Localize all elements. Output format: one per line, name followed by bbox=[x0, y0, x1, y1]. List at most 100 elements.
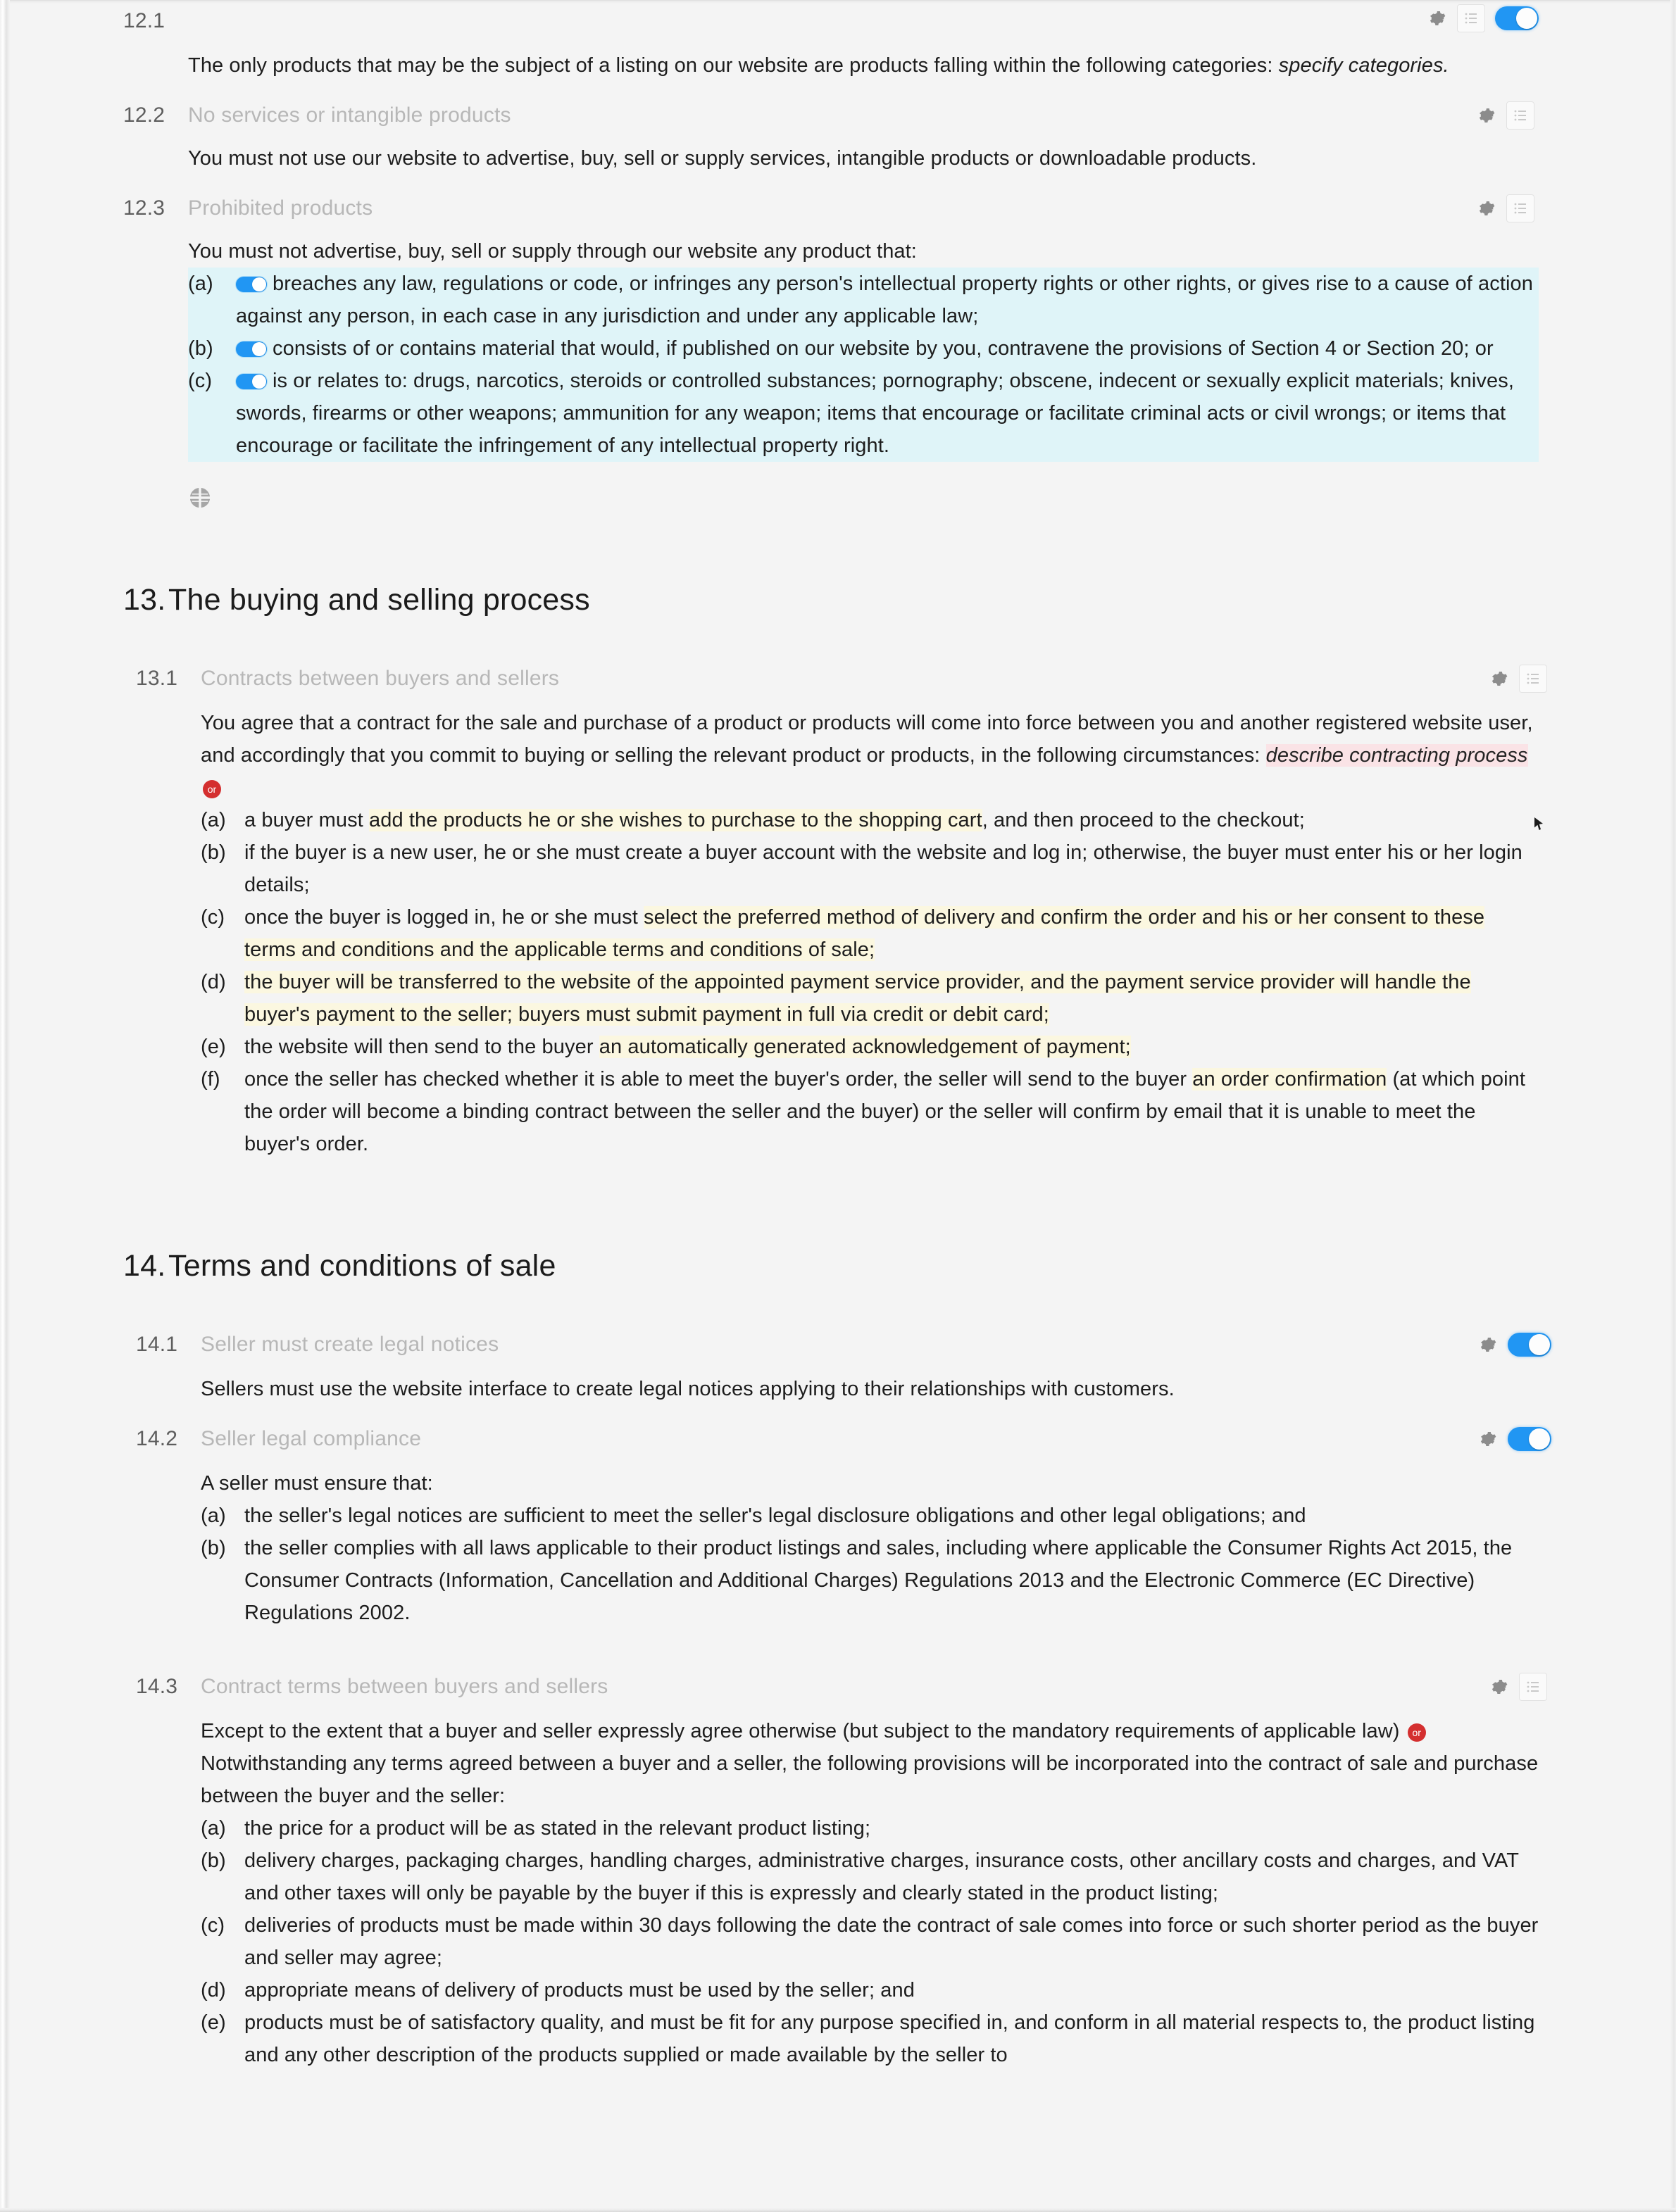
paragraph: Sellers must use the website interface t… bbox=[201, 1378, 1175, 1400]
section-title: Terms and conditions of sale bbox=[168, 1249, 556, 1283]
list-item: (b) consists of or contains material tha… bbox=[188, 332, 1539, 365]
quadrant-icon[interactable] bbox=[188, 486, 212, 510]
clause-number: 14.3 bbox=[136, 1675, 178, 1698]
list-item-text: if the buyer is a new user, he or she mu… bbox=[244, 841, 1522, 896]
paragraph: You must not use our website to advertis… bbox=[188, 147, 1257, 170]
list-marker: (c) bbox=[188, 370, 213, 392]
clause-12-2-controls bbox=[1475, 100, 1534, 131]
list-item-text: deliveries of products must be made with… bbox=[244, 1914, 1539, 1969]
gear-icon[interactable] bbox=[1488, 1676, 1509, 1697]
clause-title: Seller must create legal notices bbox=[201, 1333, 499, 1356]
window-left-edge bbox=[0, 0, 10, 2212]
list-button[interactable] bbox=[1519, 665, 1547, 693]
list-marker: (a) bbox=[201, 1504, 226, 1527]
list-item: (c) once the buyer is logged in, he or s… bbox=[201, 901, 1539, 966]
list-item: (a) the price for a product will be as s… bbox=[201, 1812, 1539, 1845]
clause-13-1: 13.1 Contracts between buyers and seller… bbox=[136, 663, 1547, 1160]
clause-14-1-controls bbox=[1477, 1329, 1551, 1360]
clause-12-1-header: 12.1 bbox=[123, 3, 1539, 37]
clause-12-1-toggle[interactable] bbox=[1495, 6, 1539, 30]
list-item-text: the price for a product will be as state… bbox=[244, 1817, 871, 1840]
clause-12-2-body: You must not use our website to advertis… bbox=[188, 142, 1539, 175]
gear-icon[interactable] bbox=[1477, 1334, 1498, 1355]
list-item: (e) the website will then send to the bu… bbox=[201, 1031, 1539, 1063]
clause-number: 12.1 bbox=[123, 9, 165, 32]
section-heading-14: 14.Terms and conditions of sale bbox=[123, 1245, 1539, 1287]
clause-14-3: 14.3 Contract terms between buyers and s… bbox=[136, 1671, 1547, 2071]
list-item-text-pre: the website will then send to the buyer bbox=[244, 1036, 599, 1058]
list-button[interactable] bbox=[1457, 4, 1485, 32]
inline-toggle[interactable] bbox=[236, 374, 267, 389]
list-button[interactable] bbox=[1506, 194, 1534, 222]
list-item: (a) a buyer must add the products he or … bbox=[201, 804, 1539, 836]
list-item: (f) once the seller has checked whether … bbox=[201, 1063, 1539, 1160]
list-lead: You agree that a contract for the sale a… bbox=[201, 707, 1539, 804]
clause-14-1: 14.1 Seller must create legal notices Se… bbox=[136, 1329, 1551, 1405]
clause-13-1-list: (a) a buyer must add the products he or … bbox=[201, 804, 1539, 1160]
clause-14-1-header: 14.1 Seller must create legal notices bbox=[136, 1329, 1551, 1360]
list-marker: (b) bbox=[188, 337, 213, 360]
clause-13-1-body: You agree that a contract for the sale a… bbox=[201, 707, 1539, 1160]
clause-title: Contracts between buyers and sellers bbox=[201, 667, 560, 690]
clause-number: 12.2 bbox=[123, 103, 165, 127]
paragraph-text: The only products that may be the subjec… bbox=[188, 54, 1279, 77]
clause-14-3-body: Except to the extent that a buyer and se… bbox=[201, 1715, 1539, 2071]
inline-toggle[interactable] bbox=[236, 341, 267, 357]
list-item: (a) breaches any law, regulations or cod… bbox=[188, 268, 1539, 332]
list-marker: (e) bbox=[201, 1036, 226, 1058]
clause-13-1-controls bbox=[1488, 663, 1547, 694]
list-marker: (f) bbox=[201, 1068, 220, 1091]
section-number: 14. bbox=[123, 1249, 166, 1283]
clause-title: No services or intangible products bbox=[188, 103, 511, 127]
list-item-text: the seller complies with all laws applic… bbox=[244, 1537, 1513, 1624]
clause-14-1-toggle[interactable] bbox=[1508, 1333, 1551, 1357]
list-item-text: breaches any law, regulations or code, o… bbox=[236, 272, 1533, 327]
gear-icon[interactable] bbox=[1477, 1428, 1498, 1450]
clause-13-1-header: 13.1 Contracts between buyers and seller… bbox=[136, 663, 1547, 694]
gear-icon[interactable] bbox=[1426, 8, 1447, 29]
inline-toggle[interactable] bbox=[236, 277, 267, 292]
gear-icon[interactable] bbox=[1475, 105, 1496, 126]
list-marker: (e) bbox=[201, 2011, 226, 2034]
list-marker: (c) bbox=[201, 1914, 225, 1937]
list-item: (a) the seller's legal notices are suffi… bbox=[201, 1500, 1539, 1532]
clause-12-2: 12.2 No services or intangible products bbox=[123, 100, 1539, 175]
or-badge[interactable]: or bbox=[203, 780, 221, 798]
list-marker: (c) bbox=[201, 906, 225, 929]
or-badge[interactable]: or bbox=[1407, 1723, 1426, 1742]
clause-12-1-controls bbox=[1426, 3, 1539, 34]
list-marker: (d) bbox=[201, 971, 226, 993]
clause-number: 12.3 bbox=[123, 196, 165, 220]
list-marker: (a) bbox=[201, 1817, 226, 1840]
list-lead: A seller must ensure that: bbox=[201, 1472, 433, 1495]
list-item: (c) deliveries of products must be made … bbox=[201, 1909, 1539, 1974]
section-title: The buying and selling process bbox=[168, 583, 590, 617]
lead-text-b: Notwithstanding any terms agreed between… bbox=[201, 1752, 1539, 1807]
clause-12-2-header: 12.2 No services or intangible products bbox=[123, 100, 1539, 131]
document-page: 12.1 The only products that may be the s… bbox=[0, 0, 1676, 2212]
gear-icon[interactable] bbox=[1475, 198, 1496, 219]
window-bottom-edge bbox=[0, 2208, 1676, 2212]
list-marker: (a) bbox=[188, 272, 213, 295]
list-button[interactable] bbox=[1506, 101, 1534, 130]
list-marker: (b) bbox=[201, 1849, 226, 1872]
list-button[interactable] bbox=[1519, 1673, 1547, 1701]
clause-14-2-toggle[interactable] bbox=[1508, 1427, 1551, 1451]
gear-icon[interactable] bbox=[1488, 668, 1509, 689]
list-item-text-highlight: the buyer will be transferred to the web… bbox=[244, 971, 1471, 1026]
clause-number: 14.2 bbox=[136, 1427, 178, 1450]
clause-12-1: 12.1 The only products that may be the s… bbox=[123, 0, 1539, 82]
list-item-text-highlight: an automatically generated acknowledgeme… bbox=[599, 1036, 1131, 1058]
clause-14-3-controls bbox=[1488, 1671, 1547, 1702]
clause-14-2-controls bbox=[1477, 1424, 1551, 1454]
clause-14-2-header: 14.2 Seller legal compliance bbox=[136, 1424, 1551, 1454]
